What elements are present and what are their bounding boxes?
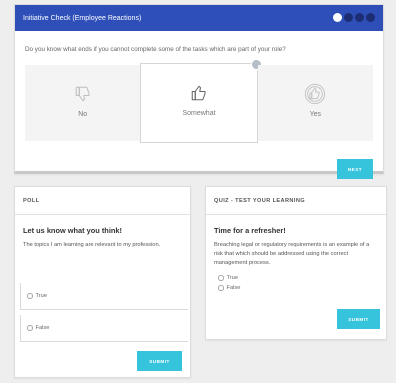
option-no[interactable]: No bbox=[25, 65, 141, 141]
progress-dot-3[interactable] bbox=[355, 13, 364, 22]
progress-dots bbox=[333, 13, 375, 22]
poll-text: The topics I am learning are relevant to… bbox=[23, 242, 161, 248]
option-no-label: No bbox=[78, 111, 88, 118]
radio-button[interactable] bbox=[27, 293, 33, 299]
progress-dot-4[interactable] bbox=[366, 13, 375, 22]
quiz-text: Breaching legal or regulatory requiremen… bbox=[214, 242, 370, 266]
check-header: Initiative Check (Employee Reactions) bbox=[15, 5, 383, 31]
poll-title: Let us know what you think! bbox=[23, 226, 122, 235]
radio-button[interactable] bbox=[27, 325, 33, 331]
quiz-option-label: True bbox=[226, 275, 238, 281]
poll-option-label: False bbox=[35, 325, 50, 331]
progress-dot-1[interactable] bbox=[333, 13, 342, 22]
check-title: Initiative Check (Employee Reactions) bbox=[23, 14, 142, 22]
next-button[interactable]: NEXT bbox=[337, 159, 373, 179]
thumbs-sideways-icon bbox=[188, 82, 210, 104]
radio-button[interactable] bbox=[218, 275, 224, 281]
poll-option-true[interactable]: True bbox=[20, 283, 188, 310]
option-somewhat[interactable]: Somewhat bbox=[140, 59, 262, 143]
thumbs-down-icon bbox=[72, 83, 94, 105]
poll-option-false[interactable]: False bbox=[20, 315, 188, 342]
quiz-header: QUIZ - TEST YOUR LEARNING bbox=[206, 187, 386, 215]
poll-option-label: True bbox=[35, 293, 47, 299]
quiz-option-false[interactable]: False bbox=[206, 283, 386, 293]
progress-dot-2[interactable] bbox=[344, 13, 353, 22]
thumbs-up-seal-icon bbox=[304, 83, 326, 105]
check-question: Do you know what ends if you cannot comp… bbox=[25, 46, 286, 53]
radio-button[interactable] bbox=[218, 285, 224, 291]
option-yes[interactable]: Yes bbox=[257, 65, 373, 141]
answer-options: No Somewhat Yes bbox=[25, 59, 373, 143]
initiative-check-card: Initiative Check (Employee Reactions) Do… bbox=[14, 4, 384, 179]
quiz-submit-button[interactable]: SUBMIT bbox=[337, 309, 380, 329]
quiz-title: Time for a refresher! bbox=[214, 226, 286, 235]
poll-card: POLL Let us know what you think! The top… bbox=[14, 186, 191, 378]
quiz-option-label: False bbox=[226, 285, 241, 291]
poll-submit-button[interactable]: SUBMIT bbox=[137, 351, 182, 371]
quiz-option-true[interactable]: True bbox=[206, 273, 386, 283]
option-yes-label: Yes bbox=[309, 111, 322, 118]
option-somewhat-label: Somewhat bbox=[182, 110, 216, 117]
quiz-card: QUIZ - TEST YOUR LEARNING Time for a ref… bbox=[205, 186, 387, 340]
poll-header: POLL bbox=[15, 187, 190, 215]
